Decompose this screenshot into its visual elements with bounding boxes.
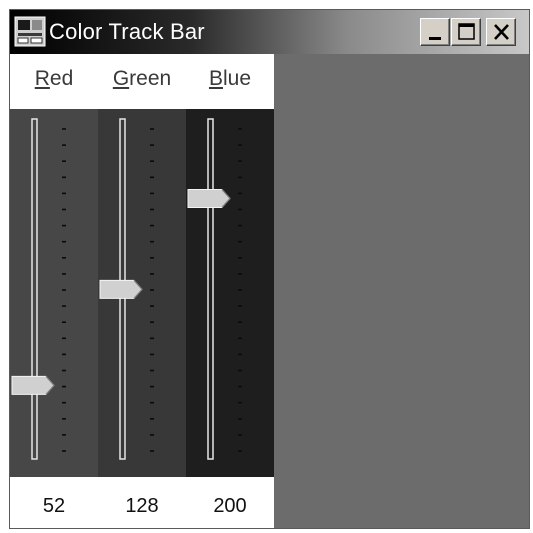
trackbar-graphic — [99, 118, 154, 460]
maximize-icon — [458, 23, 475, 40]
close-icon — [494, 24, 509, 40]
red-value: 52 — [42, 495, 66, 517]
minimize-button[interactable] — [420, 18, 450, 46]
track-channel — [207, 118, 214, 460]
red-trackbar[interactable] — [10, 109, 98, 477]
trackbar-graphic — [187, 118, 242, 460]
blue-trackbar[interactable] — [186, 109, 274, 477]
app-icon — [14, 16, 46, 47]
green-value: 128 — [125, 495, 159, 517]
minimize-icon — [429, 37, 441, 40]
client-area: Red Green Blue 52 128 200 — [10, 54, 529, 528]
color-track-bar-window: Color Track Bar Red Green Blue 52 128 20… — [9, 9, 530, 529]
window-title: Color Track Bar — [49, 19, 205, 44]
green-trackbar[interactable] — [98, 109, 186, 477]
red-label: Red — [34, 67, 74, 90]
slider-panel: Red Green Blue 52 128 200 — [10, 54, 274, 528]
blue-value: 200 — [213, 495, 247, 517]
green-label: Green — [112, 67, 172, 90]
color-preview — [274, 54, 529, 528]
track-channel — [31, 118, 38, 460]
maximize-button[interactable] — [451, 18, 481, 46]
trackbar-graphic — [11, 118, 66, 460]
close-button[interactable] — [486, 18, 516, 46]
blue-label: Blue — [208, 67, 252, 90]
title-bar[interactable]: Color Track Bar — [10, 10, 529, 54]
